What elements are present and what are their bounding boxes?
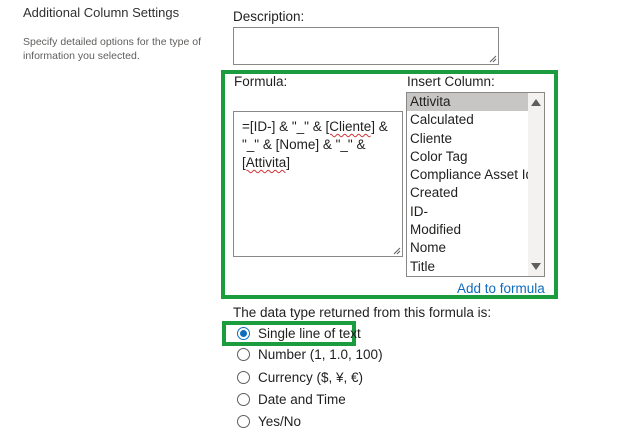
resize-grip-icon[interactable]: [489, 55, 497, 63]
radio-option-single-line[interactable]: Single line of text: [237, 326, 361, 341]
radio-icon[interactable]: [237, 393, 250, 406]
data-type-label: The data type returned from this formula…: [233, 305, 492, 320]
column-settings-description: Specify detailed options for the type of…: [23, 36, 202, 62]
radio-label: Number (1, 1.0, 100): [258, 347, 383, 362]
radio-icon[interactable]: [237, 371, 250, 384]
insert-column-listbox[interactable]: Attivita Calculated Cliente Color Tag Co…: [406, 92, 545, 277]
insert-column-label: Insert Column:: [407, 74, 495, 89]
add-to-formula-link[interactable]: Add to formula: [457, 281, 545, 296]
radio-option-number[interactable]: Number (1, 1.0, 100): [237, 347, 383, 362]
radio-label: Single line of text: [258, 326, 361, 341]
list-item[interactable]: Title: [407, 258, 528, 276]
radio-label: Currency ($, ¥, €): [258, 370, 364, 385]
list-item[interactable]: Attivita: [407, 93, 528, 112]
list-item[interactable]: Compliance Asset Id: [407, 166, 533, 184]
scroll-down-arrow-icon[interactable]: [531, 263, 541, 270]
radio-checked-icon[interactable]: [237, 327, 250, 340]
listbox-scrollbar[interactable]: [528, 93, 544, 276]
list-item[interactable]: Modified: [407, 221, 528, 239]
list-item[interactable]: ID-: [407, 203, 528, 221]
radio-option-currency[interactable]: Currency ($, ¥, €): [237, 370, 363, 385]
list-item[interactable]: Created: [407, 184, 528, 202]
list-item[interactable]: Calculated: [407, 111, 528, 129]
formula-textarea[interactable]: =[ID-] & "_" & [Cliente] & "_" & [Nome] …: [233, 111, 403, 257]
radio-option-date-time[interactable]: Date and Time: [237, 392, 346, 407]
list-item[interactable]: Cliente: [407, 130, 528, 148]
scroll-up-arrow-icon[interactable]: [531, 99, 541, 106]
list-item[interactable]: Nome: [407, 239, 528, 257]
radio-icon[interactable]: [237, 415, 250, 428]
formula-line-2: "_" & [Nome] & "_" &: [242, 137, 366, 152]
radio-icon[interactable]: [237, 348, 250, 361]
resize-grip-icon[interactable]: [393, 247, 401, 255]
description-label: Description:: [233, 9, 305, 24]
radio-label: Yes/No: [258, 414, 302, 429]
formula-line-3: [Attivita]: [242, 155, 291, 170]
formula-label: Formula:: [234, 74, 288, 89]
radio-label: Date and Time: [258, 392, 346, 407]
description-textarea[interactable]: [233, 27, 499, 65]
list-item[interactable]: Color Tag: [407, 148, 528, 166]
column-settings-heading: Additional Column Settings: [23, 5, 180, 20]
radio-option-yes-no[interactable]: Yes/No: [237, 414, 301, 429]
formula-line-1: =[ID-] & "_" & [Cliente] &: [242, 119, 388, 134]
